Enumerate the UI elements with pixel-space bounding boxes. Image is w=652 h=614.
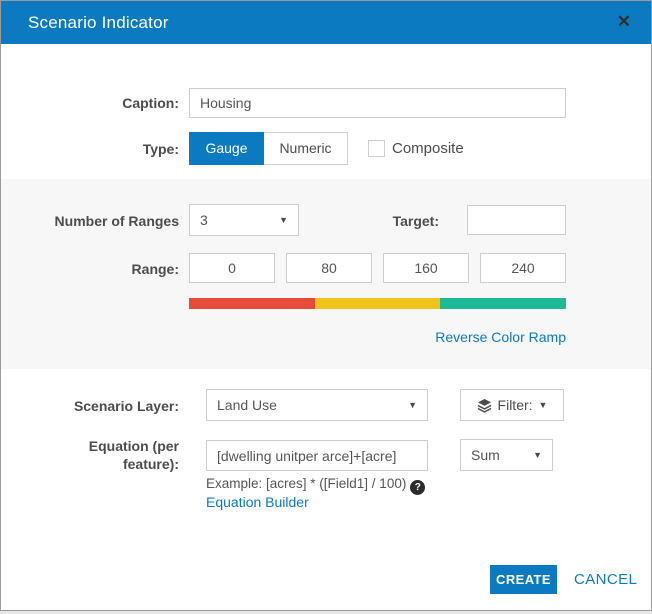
aggregation-select[interactable]: Sum ▼ [460, 439, 553, 471]
filter-dropdown[interactable]: Filter: ▼ [460, 389, 564, 421]
scenario-indicator-dialog: Scenario Indicator ✕ Caption: Type: Gaug… [0, 0, 652, 611]
composite-label: Composite [392, 140, 464, 157]
filter-label: Filter: [498, 397, 533, 413]
color-ramp [189, 298, 566, 309]
help-icon[interactable]: ? [410, 480, 425, 495]
scenario-layer-select[interactable]: Land Use ▼ [206, 389, 428, 421]
target-input[interactable] [467, 205, 566, 235]
equation-example-text: Example: [acres] * ([Field1] / 100) [206, 476, 406, 491]
color-ramp-segment-red [189, 298, 315, 309]
target-label: Target: [261, 213, 439, 229]
dialog-title: Scenario Indicator [28, 1, 169, 44]
caption-label: Caption: [1, 95, 179, 111]
type-option-gauge[interactable]: Gauge [189, 132, 264, 165]
close-icon[interactable]: ✕ [617, 1, 631, 44]
type-option-numeric[interactable]: Numeric [264, 132, 348, 165]
equation-input[interactable] [206, 440, 428, 471]
range-input-1[interactable] [286, 253, 372, 283]
number-of-ranges-label: Number of Ranges [1, 213, 179, 229]
equation-label-line2: feature): [1, 455, 179, 473]
reverse-color-ramp-link[interactable]: Reverse Color Ramp [189, 329, 566, 345]
layers-icon [477, 398, 492, 413]
equation-label: Equation (per feature): [1, 437, 179, 473]
range-input-3[interactable] [480, 253, 566, 283]
dialog-header: Scenario Indicator ✕ [1, 1, 651, 44]
scenario-layer-label: Scenario Layer: [1, 398, 179, 414]
equation-label-line1: Equation (per [1, 437, 179, 455]
equation-example: Example: [acres] * ([Field1] / 100)? [206, 476, 425, 495]
create-button[interactable]: CREATE [490, 565, 557, 594]
cancel-button[interactable]: CANCEL [574, 571, 637, 588]
chevron-down-icon: ▼ [539, 400, 548, 410]
composite-checkbox[interactable] [368, 140, 385, 157]
range-input-2[interactable] [383, 253, 469, 283]
type-label: Type: [1, 141, 179, 157]
color-ramp-segment-yellow [315, 298, 441, 309]
aggregation-value: Sum [471, 447, 500, 463]
color-ramp-segment-teal [440, 298, 566, 309]
number-of-ranges-value: 3 [200, 212, 208, 228]
range-label: Range: [1, 261, 179, 277]
range-input-0[interactable] [189, 253, 275, 283]
caption-input[interactable] [189, 88, 566, 118]
scenario-layer-value: Land Use [217, 397, 277, 413]
chevron-down-icon: ▼ [408, 390, 417, 420]
equation-builder-link[interactable]: Equation Builder [206, 494, 309, 510]
chevron-down-icon: ▼ [533, 440, 542, 470]
